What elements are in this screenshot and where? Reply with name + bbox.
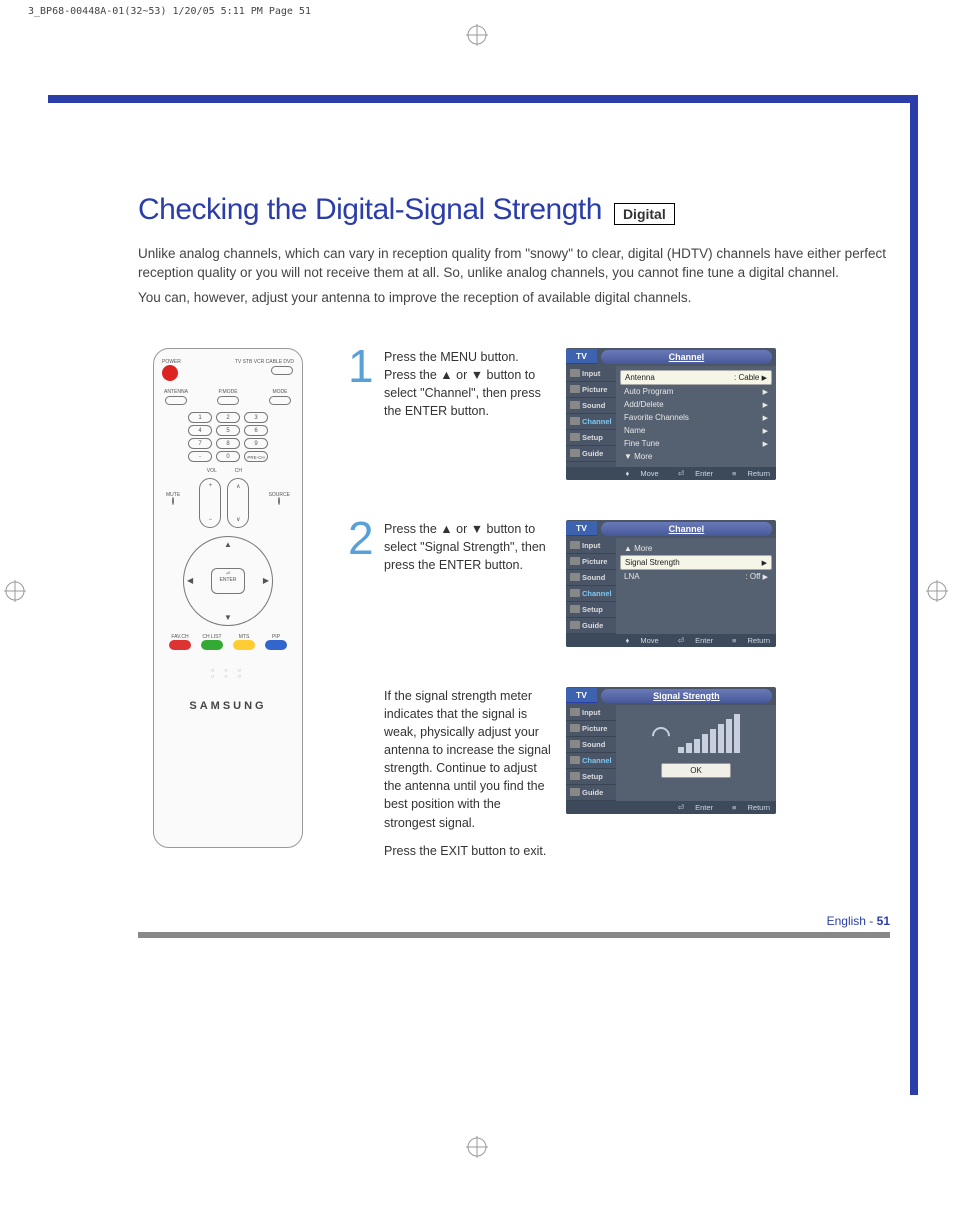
intro-text: Unlike analog channels, which can vary i… <box>138 245 890 308</box>
osd-row: Favorite Channels ▶ <box>620 411 772 424</box>
signal-bars-icon <box>620 709 772 759</box>
osd-row: ▼ More <box>620 450 772 463</box>
osd-row: Auto Program ▶ <box>620 385 772 398</box>
step-3: If the signal strength meter indicates t… <box>348 687 890 870</box>
crop-mark-left <box>4 580 28 604</box>
ok-button: OK <box>661 763 731 778</box>
remote-illustration: POWER TV STB VCR CABLE DVD ANTENNA P.MOD… <box>153 348 303 848</box>
osd-row: Antenna: Cable ▶ <box>620 370 772 385</box>
osd-signal-strength: TV Signal Strength Input Picture Sound C… <box>566 687 776 814</box>
osd-channel-menu-2: TV Channel Input Picture Sound Channel S… <box>566 520 776 647</box>
print-header: 3_BP68-00448A-01(32~53) 1/20/05 5:11 PM … <box>0 0 954 23</box>
osd-row: Add/Delete ▶ <box>620 398 772 411</box>
page-frame: Checking the Digital-Signal Strength Dig… <box>48 95 918 1095</box>
osd-row: LNA: Off ▶ <box>620 570 772 583</box>
page-footer: English - 51 <box>138 910 890 938</box>
power-icon <box>162 365 178 381</box>
crop-mark-right <box>926 580 950 604</box>
osd-channel-menu-1: TV Channel Input Picture Sound Channel S… <box>566 348 776 480</box>
step-2: 2 Press the ▲ or ▼ button to select "Sig… <box>348 520 890 647</box>
dpad: ⏎ENTER ▲ ▼ ◀ ▶ <box>183 536 273 626</box>
crop-mark-bottom <box>0 1135 954 1159</box>
brand-logo: SAMSUNG <box>162 700 294 712</box>
osd-row: Name ▶ <box>620 424 772 437</box>
osd-row: ▲ More <box>620 542 772 555</box>
crop-mark-top <box>0 23 954 47</box>
digital-badge: Digital <box>614 203 675 225</box>
step-1: 1 Press the MENU button. Press the ▲ or … <box>348 348 890 480</box>
page-title: Checking the Digital-Signal Strength <box>138 193 602 227</box>
osd-row: Fine Tune ▶ <box>620 437 772 450</box>
osd-row: Signal Strength ▶ <box>620 555 772 570</box>
mute-icon <box>172 497 174 505</box>
dish-icon <box>648 723 673 748</box>
